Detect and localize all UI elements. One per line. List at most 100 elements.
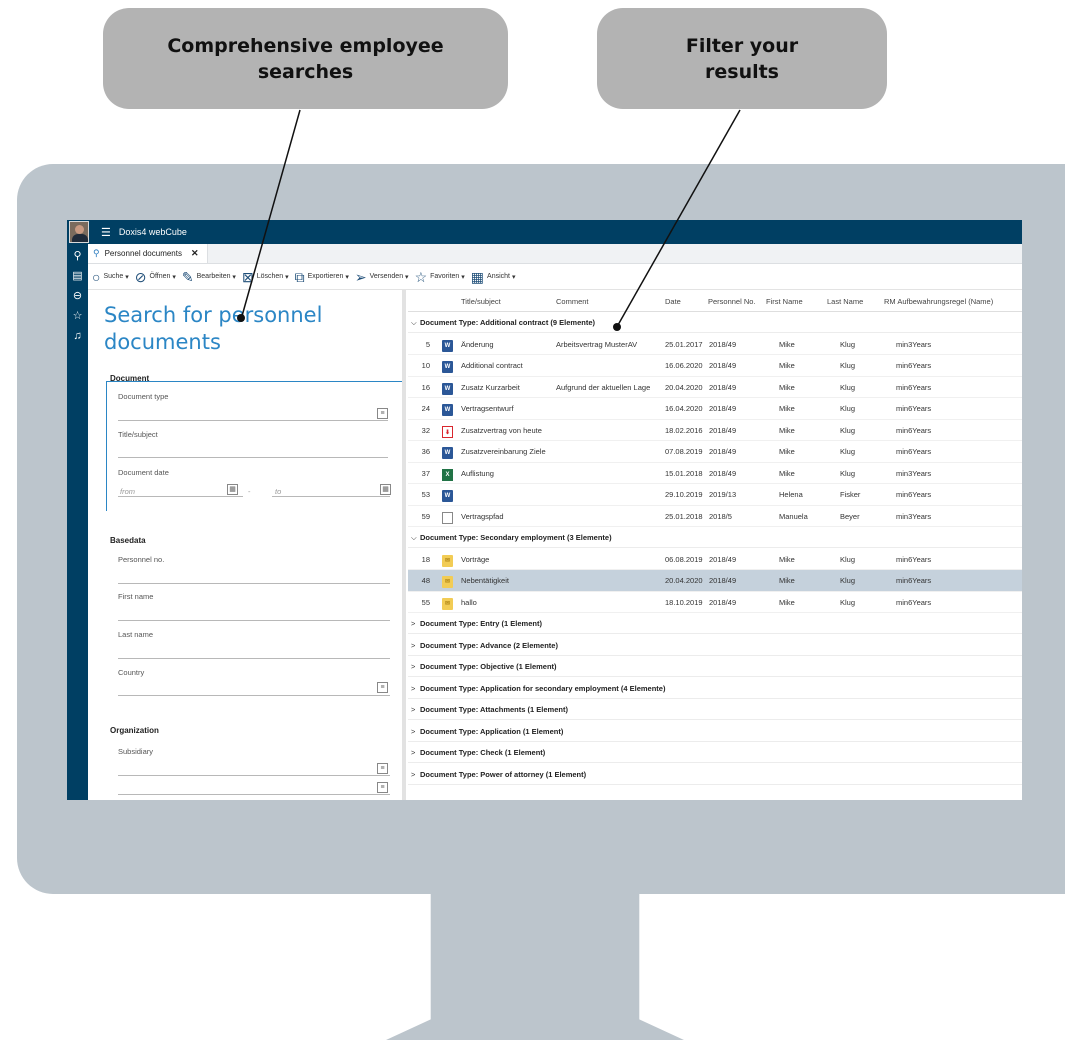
cell-last: Klug bbox=[840, 425, 856, 435]
group-label: Document Type: Entry (1 Element) bbox=[420, 619, 542, 628]
last-name-field[interactable] bbox=[118, 658, 390, 659]
column-header[interactable]: RM Aufbewahrungsregel (Name) bbox=[884, 297, 993, 306]
personnel-no-field[interactable] bbox=[118, 583, 390, 584]
subsidiary-field-2[interactable] bbox=[118, 794, 390, 795]
date-from-field[interactable] bbox=[118, 496, 243, 497]
grid-view-icon: ▦ bbox=[470, 268, 485, 285]
chevron-down-icon: ▾ bbox=[123, 273, 129, 281]
export-button[interactable]: ⧉ Exportieren ▾ bbox=[295, 270, 349, 284]
clipboard-icon[interactable]: ▤ bbox=[72, 267, 82, 287]
section-organization: Organization bbox=[110, 726, 159, 735]
tab-personnel-documents[interactable]: ⚲ Personnel documents ✕ bbox=[88, 244, 208, 263]
cell-pno: 2018/49 bbox=[709, 404, 737, 413]
open-arrow-icon: ⊘ bbox=[134, 268, 147, 285]
first-name-field[interactable] bbox=[118, 620, 390, 621]
group-row[interactable]: > Document Type: Application for secondar… bbox=[408, 678, 1022, 699]
cell-comment: Arbeitsvertrag MusterAV bbox=[556, 339, 638, 349]
row-number: 18 bbox=[421, 554, 430, 564]
inbox-icon[interactable]: ⊖ bbox=[73, 287, 82, 307]
column-header[interactable]: Comment bbox=[556, 297, 589, 306]
table-row[interactable]: 16 W Zusatz Kurzarbeit Aufgrund der aktuell… bbox=[408, 377, 1022, 398]
chevron-right-icon[interactable]: > bbox=[411, 619, 415, 628]
avatar[interactable] bbox=[69, 221, 89, 243]
cell-rm: min6Years bbox=[896, 576, 932, 585]
chevron-right-icon[interactable]: > bbox=[411, 684, 415, 693]
group-row[interactable]: > Document Type: Check (1 Element) bbox=[408, 742, 1022, 763]
callout-employee-searches: Comprehensive employee searches bbox=[103, 8, 508, 109]
chevron-right-icon[interactable]: > bbox=[411, 705, 415, 714]
chevron-down-icon[interactable]: ⌵ bbox=[411, 533, 417, 543]
column-header[interactable]: Last Name bbox=[827, 297, 863, 306]
calendar-icon[interactable]: ▦ bbox=[227, 484, 238, 495]
table-row[interactable]: 37 X Auflistung 15.01.2018 2018/49 Mike Klug mi… bbox=[408, 463, 1022, 484]
column-header[interactable]: Title/subject bbox=[461, 297, 501, 306]
open-button[interactable]: ⊘ Öffnen ▾ bbox=[135, 270, 176, 284]
cell-rm: min6Years bbox=[896, 597, 932, 607]
table-row[interactable]: 48 ✉ Nebentätigkeit 20.04.2020 2018/49 Mike Kl… bbox=[408, 570, 1022, 592]
list-picker-icon[interactable]: ≡ bbox=[377, 408, 388, 419]
chevron-right-icon[interactable]: > bbox=[411, 641, 415, 650]
column-header[interactable]: Date bbox=[665, 297, 681, 306]
delete-button[interactable]: ⊠ Löschen ▾ bbox=[242, 270, 289, 284]
bell-icon[interactable]: ♫ bbox=[73, 327, 81, 347]
subsidiary-field[interactable] bbox=[118, 775, 390, 776]
column-header[interactable]: First Name bbox=[766, 297, 803, 306]
cell-date: 29.10.2019 bbox=[665, 490, 703, 499]
table-row[interactable]: 55 ✉ hallo 18.10.2019 2018/49 Mike Klug min6Yea… bbox=[408, 592, 1022, 613]
group-row[interactable]: > Document Type: Attachments (1 Element) bbox=[408, 699, 1022, 720]
group-row[interactable]: > Document Type: Application (1 Element) bbox=[408, 721, 1022, 742]
group-row[interactable]: > Document Type: Entry (1 Element) bbox=[408, 613, 1022, 634]
title-subject-field[interactable] bbox=[118, 457, 388, 458]
chevron-down-icon: ▾ bbox=[459, 273, 465, 281]
search-button[interactable]: ○ Suche ▾ bbox=[92, 270, 129, 284]
cell-date: 07.08.2019 bbox=[665, 447, 703, 456]
cell-first: Mike bbox=[779, 382, 795, 392]
cell-last: Klug bbox=[840, 382, 856, 392]
table-row[interactable]: 24 W Vertragsentwurf 16.04.2020 2018/49 Mike K… bbox=[408, 398, 1022, 420]
chevron-right-icon[interactable]: > bbox=[411, 662, 415, 671]
chevron-right-icon[interactable]: > bbox=[411, 727, 415, 736]
chevron-right-icon[interactable]: > bbox=[411, 748, 415, 757]
group-row[interactable]: > Document Type: Objective (1 Element) bbox=[408, 656, 1022, 677]
cell-pno: 2018/5 bbox=[709, 511, 732, 521]
row-number: 24 bbox=[421, 404, 430, 413]
list-picker-icon[interactable]: ≡ bbox=[377, 682, 388, 693]
document-type-field[interactable] bbox=[118, 420, 388, 421]
cell-date: 25.01.2018 bbox=[665, 511, 703, 521]
tab-label: Personnel documents bbox=[104, 249, 182, 258]
table-row[interactable]: 18 ✉ Vorträge 06.08.2019 2018/49 Mike Klug min6… bbox=[408, 549, 1022, 570]
favorites-button[interactable]: ☆ Favoriten ▾ bbox=[415, 270, 465, 284]
cell-title: Nebentätigkeit bbox=[461, 576, 509, 585]
table-row[interactable]: 36 W Zusatzvereinbarung Ziele 07.08.2019 201… bbox=[408, 441, 1022, 463]
date-to-field[interactable] bbox=[272, 496, 390, 497]
group-label: Document Type: Secondary employment (3 E… bbox=[420, 533, 612, 542]
search-icon[interactable]: ⚲ bbox=[73, 247, 81, 267]
group-row[interactable]: > Document Type: Advance (2 Elemente) bbox=[408, 635, 1022, 656]
chevron-right-icon[interactable]: > bbox=[411, 770, 415, 779]
file-file-icon bbox=[442, 511, 453, 524]
send-button[interactable]: ➢ Versenden ▾ bbox=[355, 270, 409, 284]
chevron-down-icon[interactable]: ⌵ bbox=[411, 318, 417, 328]
edit-button[interactable]: ✎ Bearbeiten ▾ bbox=[182, 270, 236, 284]
group-row[interactable]: ⌵ Document Type: Secondary employment (3 … bbox=[408, 527, 1022, 548]
table-row[interactable]: 10 W Additional contract 16.06.2020 2018/49 M… bbox=[408, 355, 1022, 377]
country-field[interactable] bbox=[118, 695, 390, 696]
table-row[interactable]: 59 Vertragspfad 25.01.2018 2018/5 Manuela Bey… bbox=[408, 506, 1022, 527]
table-row[interactable]: 5 W Änderung Arbeitsvertrag MusterAV 25.01.2… bbox=[408, 334, 1022, 355]
list-picker-icon[interactable]: ≡ bbox=[377, 763, 388, 774]
view-button[interactable]: ▦ Ansicht ▾ bbox=[471, 270, 516, 284]
close-icon[interactable]: ✕ bbox=[191, 248, 199, 259]
app-title: Doxis4 webCube bbox=[118, 227, 187, 237]
group-label: Document Type: Objective (1 Element) bbox=[420, 662, 557, 671]
star-icon[interactable]: ☆ bbox=[73, 307, 83, 327]
cell-date: 06.08.2019 bbox=[665, 554, 703, 564]
column-header[interactable]: Personnel No. bbox=[708, 297, 756, 306]
table-row[interactable]: 32 ⬇ Zusatzvertrag von heute 18.02.2016 2018… bbox=[408, 420, 1022, 441]
table-row[interactable]: 53 W 29.10.2019 2019/13 Helena Fisker min6Year… bbox=[408, 484, 1022, 506]
list-picker-icon[interactable]: ≡ bbox=[377, 782, 388, 793]
group-row[interactable]: > Document Type: Power of attorney (1 Ele… bbox=[408, 764, 1022, 785]
calendar-icon[interactable]: ▦ bbox=[380, 484, 391, 495]
hamburger-menu-icon[interactable]: ☰ bbox=[101, 226, 111, 239]
cell-last: Klug bbox=[840, 361, 856, 370]
group-row[interactable]: ⌵ Document Type: Additional contract (9 E… bbox=[408, 312, 1022, 333]
